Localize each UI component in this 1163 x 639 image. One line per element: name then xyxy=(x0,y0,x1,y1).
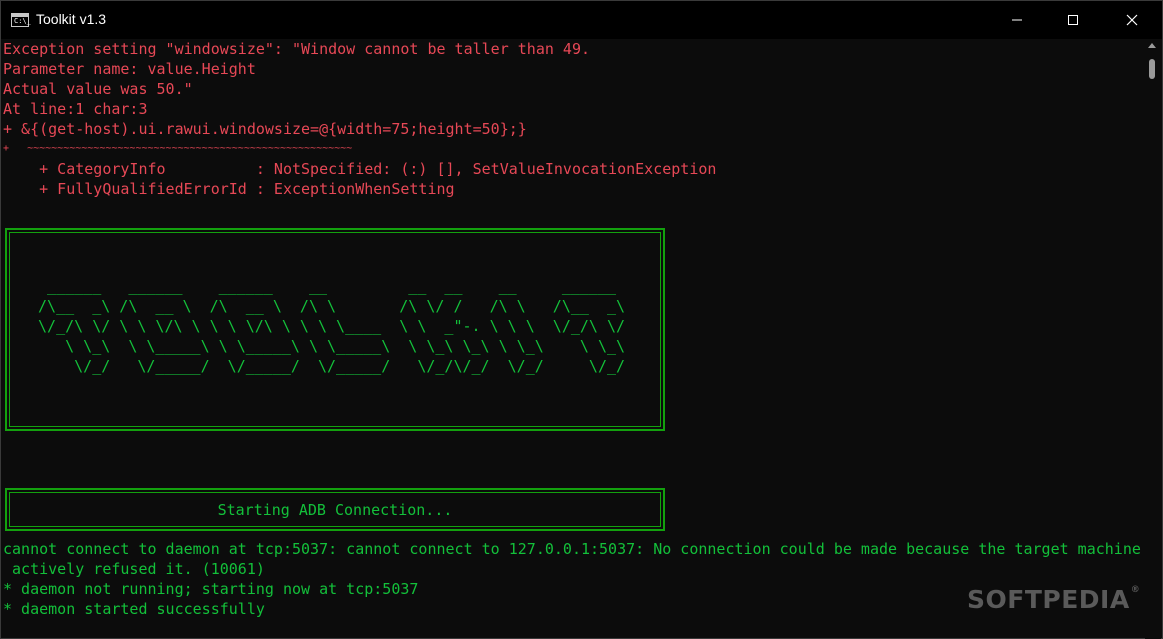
console-app-icon[interactable]: C:\_ xyxy=(11,13,31,27)
output-line: actively refused it. (10061) xyxy=(3,560,265,578)
vertical-scrollbar[interactable] xyxy=(1145,39,1161,639)
watermark-text: SOFTPEDIA xyxy=(967,585,1130,614)
error-line: + &{(get-host).ui.rawui.windowsize=@{wid… xyxy=(3,120,527,138)
minimize-button[interactable] xyxy=(994,1,1040,39)
maximize-icon xyxy=(1068,15,1078,25)
error-line: At line:1 char:3 xyxy=(3,100,148,118)
error-line: + ~~~~~~~~~~~~~~~~~~~~~~~~~~~~~~~~~~~~~~… xyxy=(3,143,353,154)
maximize-button[interactable] xyxy=(1050,1,1096,39)
close-icon xyxy=(1126,14,1138,26)
title-bar[interactable]: C:\_ Toolkit v1.3 xyxy=(1,1,1162,39)
output-line: cannot connect to daemon at tcp:5037: ca… xyxy=(3,540,1141,558)
adb-status-box: Starting ADB Connection... xyxy=(5,488,665,531)
error-line: Parameter name: value.Height xyxy=(3,60,256,78)
softpedia-watermark: SOFTPEDIA® xyxy=(967,585,1140,614)
scroll-up-arrow-icon[interactable] xyxy=(1148,43,1156,48)
minimize-icon xyxy=(1012,19,1022,21)
error-line: + FullyQualifiedErrorId : ExceptionWhenS… xyxy=(3,180,455,198)
error-line: Exception setting "windowsize": "Window … xyxy=(3,40,590,58)
scrollbar-thumb[interactable] xyxy=(1149,59,1155,79)
close-button[interactable] xyxy=(1109,1,1155,39)
logo-banner-box: ______ ______ ______ __ __ __ __ ______ … xyxy=(5,228,665,431)
output-line: * daemon not running; starting now at tc… xyxy=(3,580,419,598)
window-title: Toolkit v1.3 xyxy=(36,11,107,27)
console-app-icon-label: C:\_ xyxy=(14,17,31,25)
toolkit-ascii-logo: ______ ______ ______ __ __ __ __ ______ … xyxy=(38,277,626,375)
terminal-window: C:\_ Toolkit v1.3 Exception setting "win… xyxy=(0,0,1163,639)
output-line: * daemon started successfully xyxy=(3,600,265,618)
adb-status-text: Starting ADB Connection... xyxy=(217,501,453,519)
error-line: + CategoryInfo : NotSpecified: (:) [], S… xyxy=(3,160,717,178)
watermark-registered-mark: ® xyxy=(1130,585,1141,595)
error-line: Actual value was 50." xyxy=(3,80,193,98)
